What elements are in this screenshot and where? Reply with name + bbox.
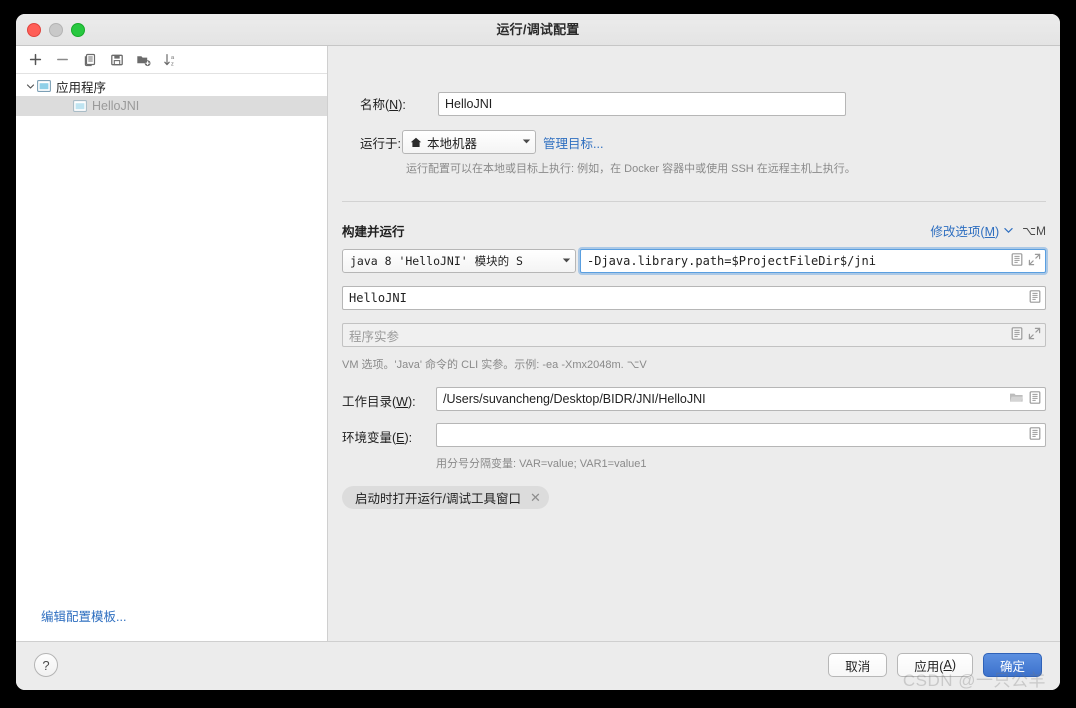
run-on-row: 运行于: [360, 133, 401, 152]
module-jre-combo[interactable]: java 8 'HelloJNI' 模块的 S [342, 249, 576, 273]
remove-configuration-button[interactable] [50, 49, 75, 71]
tree-node-applications[interactable]: 应用程序 [16, 76, 327, 96]
run-on-label: 运行于: [360, 133, 401, 152]
browse-folder-icon[interactable] [1009, 391, 1024, 407]
edit-configuration-templates-link[interactable]: 编辑配置模板... [41, 606, 126, 625]
add-configuration-button[interactable] [23, 49, 48, 71]
copy-configuration-button[interactable] [77, 49, 102, 71]
copy-icon [83, 53, 97, 67]
ok-button[interactable]: 确定 [983, 653, 1042, 677]
sort-az-icon: a z [163, 53, 178, 67]
modify-options-shortcut: ⌥M [1022, 224, 1046, 238]
program-arguments-input[interactable]: 程序实参 [342, 323, 1046, 347]
footer-button-group: 取消 应用(A) 确定 [828, 653, 1042, 677]
expand-editor-icon[interactable] [1028, 253, 1041, 269]
build-and-run-title: 构建并运行 [342, 221, 405, 240]
environment-variables-row: 环境变量(E): [342, 427, 412, 446]
tree-node-label: HelloJNI [92, 99, 139, 113]
save-icon [110, 53, 124, 67]
run-on-hint: 运行配置可以在本地或目标上执行: 例如，在 Docker 容器中或使用 SSH … [406, 160, 856, 176]
environment-variables-input[interactable] [436, 423, 1046, 447]
environment-variables-hint: 用分号分隔变量: VAR=value; VAR1=value1 [436, 455, 647, 471]
expand-macro-icon[interactable] [1011, 253, 1023, 269]
tree-node-hellojni[interactable]: HelloJNI [16, 96, 327, 116]
tree-node-label: 应用程序 [56, 77, 106, 96]
working-directory-row: 工作目录(W): [342, 391, 416, 410]
plus-icon [29, 53, 42, 66]
run-debug-configurations-dialog: 运行/调试配置 [16, 14, 1060, 690]
environment-variables-label: 环境变量(E): [342, 427, 412, 446]
name-row: 名称(N): [360, 94, 406, 113]
run-on-target-value: 本地机器 [427, 133, 477, 152]
insert-macro-icon[interactable] [1011, 327, 1023, 343]
svg-text:a: a [171, 55, 175, 61]
working-directory-value: /Users/suvancheng/Desktop/BIDR/JNI/Hello… [443, 392, 706, 406]
help-button[interactable]: ? [34, 653, 58, 677]
working-directory-input[interactable]: /Users/suvancheng/Desktop/BIDR/JNI/Hello… [436, 387, 1046, 411]
edit-env-vars-icon[interactable] [1029, 427, 1041, 443]
dialog-body: a z 应用程序 [16, 46, 1060, 641]
working-directory-label: 工作目录(W): [342, 391, 416, 410]
section-divider [342, 201, 1046, 202]
title-bar: 运行/调试配置 [16, 14, 1060, 46]
chevron-down-icon [516, 138, 531, 147]
insert-macro-icon[interactable] [1029, 391, 1041, 407]
vm-options-input[interactable]: -Djava.library.path=$ProjectFileDir$/jni [580, 249, 1046, 273]
close-icon[interactable]: ✕ [530, 491, 541, 504]
window-title: 运行/调试配置 [16, 14, 1060, 45]
minus-icon [56, 53, 69, 66]
run-on-target-combo[interactable]: 本地机器 [402, 130, 536, 154]
vm-options-value: -Djava.library.path=$ProjectFileDir$/jni [587, 254, 876, 268]
browse-class-icon[interactable] [1029, 290, 1041, 306]
name-label: 名称(N): [360, 94, 406, 113]
activate-tool-window-chip[interactable]: 启动时打开运行/调试工具窗口 ✕ [342, 486, 549, 509]
chevron-down-icon[interactable] [24, 82, 37, 91]
chevron-down-icon [556, 257, 571, 266]
program-arguments-placeholder: 程序实参 [349, 326, 399, 345]
activate-tool-window-chip-label: 启动时打开运行/调试工具窗口 [355, 488, 521, 507]
cancel-button[interactable]: 取消 [828, 653, 887, 677]
sort-configurations-button[interactable]: a z [158, 49, 183, 71]
name-input[interactable]: HelloJNI [438, 92, 846, 116]
folder-add-icon [136, 53, 151, 67]
modify-options-link[interactable]: 修改选项(M) [930, 221, 999, 240]
home-icon [410, 137, 422, 148]
dialog-footer: ? 取消 应用(A) 确定 CSDN @一只公羊 [16, 641, 1060, 690]
configuration-form: 名称(N): HelloJNI 存储为项目文件(S) [328, 46, 1060, 641]
manage-targets-link[interactable]: 管理目标... [543, 133, 603, 152]
application-group-icon [37, 80, 51, 92]
modify-options-row[interactable]: 修改选项(M) ⌥M [930, 221, 1046, 240]
module-jre-value: java 8 'HelloJNI' 模块的 S [350, 253, 523, 269]
apply-button[interactable]: 应用(A) [897, 653, 973, 677]
name-input-value: HelloJNI [445, 97, 492, 111]
vm-options-hint: VM 选项。'Java' 命令的 CLI 实参。示例: -ea -Xmx2048… [342, 356, 647, 372]
java-application-icon [73, 100, 87, 112]
move-into-folder-button[interactable] [131, 49, 156, 71]
expand-editor-icon[interactable] [1028, 327, 1041, 343]
configurations-toolbar: a z [16, 46, 327, 74]
configurations-tree[interactable]: 应用程序 HelloJNI [16, 74, 327, 641]
main-class-input[interactable]: HelloJNI [342, 286, 1046, 310]
main-class-value: HelloJNI [349, 291, 407, 305]
svg-text:z: z [171, 61, 174, 67]
save-configuration-button[interactable] [104, 49, 129, 71]
configurations-panel: a z 应用程序 [16, 46, 328, 641]
chevron-down-icon[interactable] [1004, 227, 1013, 234]
